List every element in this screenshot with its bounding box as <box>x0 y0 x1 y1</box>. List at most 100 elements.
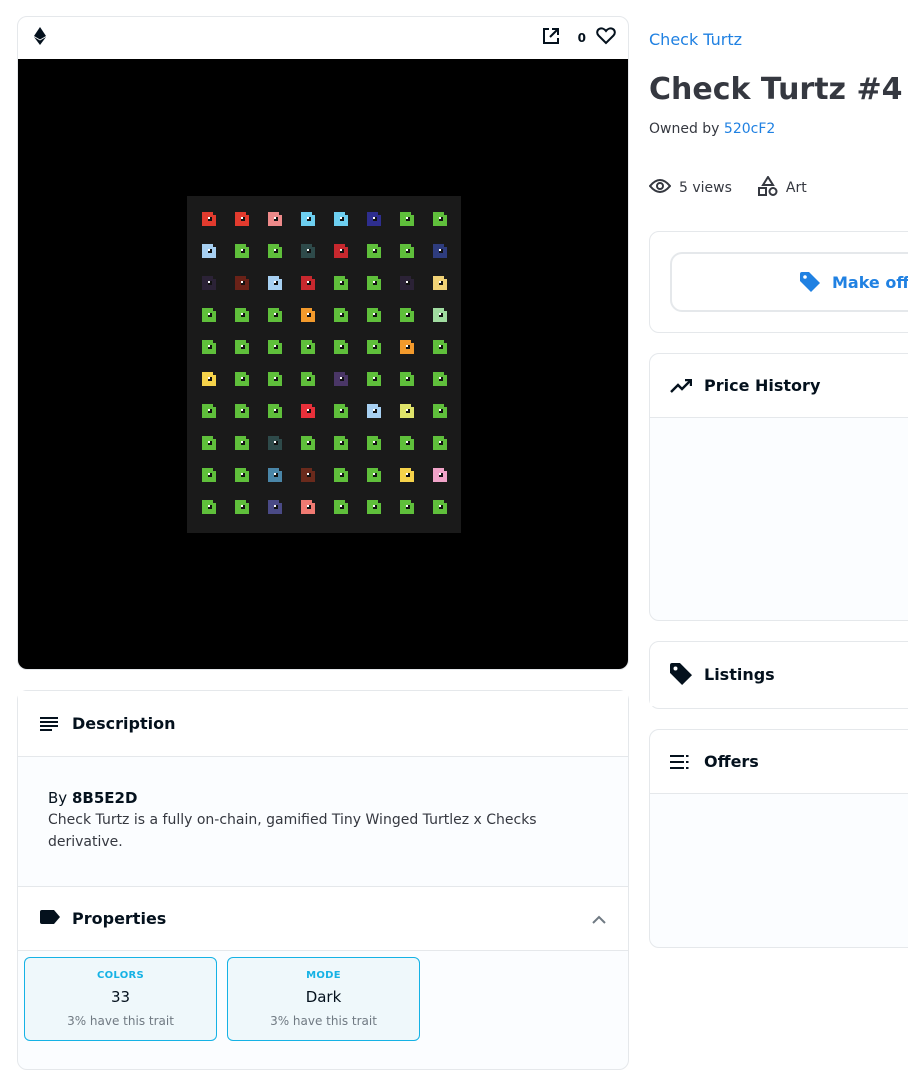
check-cell <box>202 340 216 354</box>
offers-card: Offers <box>649 729 908 948</box>
check-cell <box>301 436 315 450</box>
check-cell <box>334 404 348 418</box>
check-cell <box>235 308 249 322</box>
check-cell <box>301 212 315 226</box>
check-cell <box>334 308 348 322</box>
check-cell <box>235 244 249 258</box>
check-cell <box>202 500 216 514</box>
owned-by-label: Owned by <box>649 121 720 137</box>
check-cell <box>400 340 414 354</box>
category-label[interactable]: Art <box>786 180 807 196</box>
chevron-up-icon[interactable] <box>592 909 606 928</box>
offers-header[interactable]: Offers <box>650 730 908 794</box>
ethereum-icon <box>34 27 46 49</box>
item-title: Check Turtz #4 <box>649 72 903 107</box>
check-cell <box>268 244 282 258</box>
check-cell <box>433 308 447 322</box>
shapes-icon <box>757 175 786 200</box>
nft-image[interactable] <box>18 59 628 669</box>
trait-card[interactable]: COLORS 33 3% have this trait <box>24 957 217 1041</box>
description-icon <box>40 716 60 731</box>
owner-line: Owned by 520cF2 <box>649 121 775 137</box>
check-cell <box>433 500 447 514</box>
check-cell <box>367 468 381 482</box>
check-cell <box>235 212 249 226</box>
media-toolbar: 0 <box>18 17 628 59</box>
heart-icon[interactable] <box>596 27 616 49</box>
check-cell <box>235 372 249 386</box>
description-header[interactable]: Description <box>18 691 628 757</box>
description-heading: Description <box>72 714 176 733</box>
favorite-count: 0 <box>577 31 586 45</box>
external-link-icon[interactable] <box>542 27 560 49</box>
check-cell <box>301 308 315 322</box>
properties-header[interactable]: Properties <box>18 887 628 951</box>
check-cell <box>334 244 348 258</box>
check-cell <box>334 372 348 386</box>
check-cell <box>400 372 414 386</box>
check-cell <box>400 212 414 226</box>
check-cell <box>202 436 216 450</box>
check-cell <box>301 372 315 386</box>
owner-link[interactable]: 520cF2 <box>724 121 775 137</box>
check-cell <box>400 308 414 322</box>
offer-card: Make offer <box>649 231 908 333</box>
properties-heading: Properties <box>72 909 167 928</box>
check-cell <box>367 340 381 354</box>
traits-list: COLORS 33 3% have this trait MODE Dark 3… <box>18 951 628 1047</box>
check-cell <box>433 244 447 258</box>
check-cell <box>268 436 282 450</box>
collection-link[interactable]: Check Turtz <box>649 30 742 49</box>
check-cell <box>367 372 381 386</box>
check-cell <box>367 244 381 258</box>
check-cell <box>301 340 315 354</box>
by-prefix: By <box>48 789 68 807</box>
check-cell <box>433 468 447 482</box>
listings-header[interactable]: Listings <box>650 642 908 706</box>
check-cell <box>301 468 315 482</box>
check-cell <box>235 468 249 482</box>
check-cell <box>235 404 249 418</box>
check-cell <box>400 468 414 482</box>
make-offer-label: Make offer <box>832 272 908 292</box>
check-cell <box>268 276 282 290</box>
check-cell <box>268 212 282 226</box>
check-cell <box>433 212 447 226</box>
check-cell <box>367 276 381 290</box>
trait-type: MODE <box>306 970 341 981</box>
description-body: By 8B5E2D Check Turtz is a fully on-chai… <box>18 757 628 887</box>
check-grid <box>187 196 461 533</box>
check-cell <box>301 500 315 514</box>
check-cell <box>235 436 249 450</box>
trait-value: Dark <box>305 988 342 1006</box>
trait-type: COLORS <box>96 970 145 981</box>
check-cell <box>235 340 249 354</box>
check-cell <box>334 340 348 354</box>
check-cell <box>367 500 381 514</box>
check-cell <box>334 212 348 226</box>
creator-link[interactable]: 8B5E2D <box>72 789 137 807</box>
price-history-header[interactable]: Price History <box>650 354 908 418</box>
check-cell <box>334 436 348 450</box>
check-cell <box>400 500 414 514</box>
check-cell <box>433 276 447 290</box>
list-icon <box>670 754 694 769</box>
make-offer-button[interactable]: Make offer <box>670 252 908 312</box>
check-cell <box>400 244 414 258</box>
check-cell <box>202 244 216 258</box>
tag-icon <box>670 663 694 685</box>
check-cell <box>202 468 216 482</box>
check-cell <box>334 276 348 290</box>
check-cell <box>367 404 381 418</box>
views-count: 5 views <box>679 180 732 196</box>
check-cell <box>433 340 447 354</box>
trait-rarity: 3% have this trait <box>67 1014 174 1028</box>
check-cell <box>400 276 414 290</box>
check-cell <box>433 404 447 418</box>
trait-card[interactable]: MODE Dark 3% have this trait <box>227 957 420 1041</box>
check-cell <box>202 404 216 418</box>
check-cell <box>202 276 216 290</box>
price-history-heading: Price History <box>704 376 821 395</box>
price-history-card: Price History <box>649 353 908 621</box>
check-cell <box>334 468 348 482</box>
